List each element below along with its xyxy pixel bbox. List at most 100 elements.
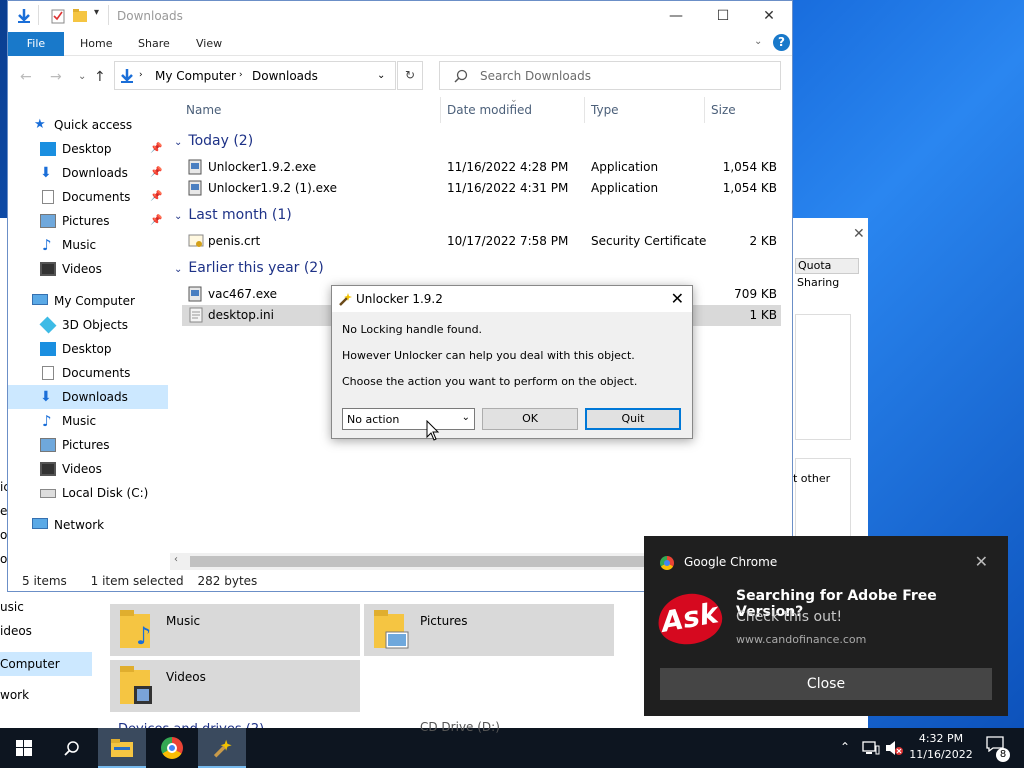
start-button[interactable] [0, 728, 48, 768]
file-row[interactable]: Unlocker1.9.2 (1).exe 11/16/2022 4:31 PM… [182, 178, 781, 199]
recent-locations-icon[interactable]: ⌄ [78, 71, 86, 82]
dialog-message: Choose the action you want to perform on… [342, 375, 638, 388]
sidebar-item-desktop[interactable]: Desktop 📌 [8, 137, 168, 161]
sidebar-item-quick-access[interactable]: ★ Quick access [8, 113, 168, 137]
column-size[interactable]: Size [711, 103, 736, 117]
tab-file[interactable]: File [8, 32, 64, 56]
close-button[interactable]: ✕ [746, 1, 792, 31]
search-box[interactable]: Search Downloads [439, 61, 781, 90]
pin-icon[interactable]: 📌 [150, 137, 162, 161]
address-dropdown-icon[interactable]: ⌄ [377, 70, 385, 81]
chevron-down-icon: ⌄ [174, 137, 183, 148]
music-icon: ♪ [42, 412, 52, 430]
file-row[interactable]: Unlocker1.9.2.exe 11/16/2022 4:28 PM App… [182, 157, 781, 178]
background-nav-item: ideos [0, 624, 32, 638]
sidebar-item-desktop-2[interactable]: Desktop [8, 337, 168, 361]
sidebar-item-3d-objects[interactable]: 3D Objects [8, 313, 168, 337]
file-explorer-taskbar-button[interactable] [98, 728, 146, 768]
action-select[interactable]: No action ⌄ [342, 408, 475, 430]
sidebar-item-label: Local Disk (C:) [62, 486, 149, 500]
action-center-button[interactable]: 8 [984, 736, 1010, 762]
quit-button[interactable]: Quit [585, 408, 681, 430]
group-label: Today (2) [188, 133, 254, 149]
unlocker-taskbar-button[interactable] [198, 728, 246, 768]
column-type[interactable]: Type [591, 103, 619, 117]
sidebar-item-videos[interactable]: Videos [8, 257, 168, 281]
scroll-left-icon[interactable]: ‹ [174, 554, 178, 565]
sidebar-item-my-computer[interactable]: My Computer [8, 289, 168, 313]
close-button[interactable]: Close [660, 668, 992, 700]
sidebar-item-videos-2[interactable]: Videos [8, 457, 168, 481]
navigation-pane: ★ Quick access Desktop 📌 ⬇ Downloads 📌 D… [8, 105, 168, 545]
navigation-bar: ← → ⌄ ↑ › My Computer › Downloads ⌄ ↻ Se… [8, 57, 792, 95]
chrome-notification[interactable]: Google Chrome ✕ Ask Searching for Adobe … [644, 536, 1008, 716]
tab-view[interactable]: View [186, 32, 232, 56]
chrome-taskbar-button[interactable] [148, 728, 196, 768]
tab-home[interactable]: Home [70, 32, 122, 56]
folder-tile-pictures[interactable]: Pictures [364, 604, 614, 656]
group-header-earlier-this-year[interactable]: ⌄ Earlier this year (2) [174, 260, 324, 276]
sidebar-item-local-disk[interactable]: Local Disk (C:) [8, 481, 168, 505]
new-folder-icon[interactable] [72, 8, 88, 24]
close-icon[interactable]: ✕ [975, 552, 988, 571]
sidebar-item-downloads[interactable]: ⬇ Downloads 📌 [8, 161, 168, 185]
dialog-close-icon[interactable]: ✕ [671, 289, 684, 308]
sidebar-item-music[interactable]: ♪ Music [8, 233, 168, 257]
customize-toolbar-icon[interactable]: ▾ [94, 7, 99, 18]
breadcrumb-downloads[interactable]: Downloads [252, 69, 318, 83]
back-icon[interactable]: ← [20, 69, 32, 85]
up-icon[interactable]: ↑ [94, 69, 106, 85]
column-name[interactable]: Name [186, 103, 221, 117]
clock[interactable]: 4:32 PM 11/16/2022 [904, 731, 978, 763]
sidebar-item-documents-2[interactable]: Documents [8, 361, 168, 385]
address-bar[interactable]: › My Computer › Downloads ⌄ [114, 61, 396, 90]
chevron-down-icon: ⌄ [461, 412, 470, 423]
pin-icon[interactable]: 📌 [150, 209, 162, 233]
tab-sharing[interactable]: Sharing [797, 276, 839, 289]
tab-share[interactable]: Share [128, 32, 180, 56]
scrollbar-thumb[interactable] [190, 556, 670, 567]
sidebar-item-downloads-2[interactable]: ⬇ Downloads [8, 385, 168, 409]
sidebar-item-documents[interactable]: Documents 📌 [8, 185, 168, 209]
minimize-button[interactable]: — [653, 1, 699, 31]
maximize-button[interactable]: ☐ [700, 1, 746, 31]
breadcrumb-my-computer[interactable]: My Computer [155, 69, 236, 83]
sidebar-item-pictures-2[interactable]: Pictures [8, 433, 168, 457]
ok-button[interactable]: OK [482, 408, 578, 430]
sidebar-item-label: Music [62, 414, 97, 428]
pictures-icon [40, 214, 56, 228]
search-icon [64, 741, 79, 756]
file-row[interactable]: penis.crt 10/17/2022 7:58 PM Security Ce… [182, 231, 781, 252]
sidebar-item-network[interactable]: Network [8, 513, 168, 537]
forward-icon[interactable]: → [50, 69, 62, 85]
group-header-today[interactable]: ⌄ Today (2) [174, 133, 253, 149]
folder-tile-music[interactable]: ♪ Music [110, 604, 360, 656]
unlocker-dialog: Unlocker 1.9.2 ✕ No Locking handle found… [331, 285, 693, 439]
notification-subtext: Check this out! [736, 609, 843, 625]
search-button[interactable] [48, 728, 96, 768]
volume-muted-icon[interactable] [884, 740, 904, 756]
network-icon[interactable] [862, 740, 880, 756]
sidebar-item-label: Music [62, 238, 97, 252]
music-folder-icon: ♪ [120, 610, 151, 650]
close-icon[interactable]: ✕ [853, 226, 865, 242]
file-name: Unlocker1.9.2.exe [208, 160, 317, 174]
sidebar-item-pictures[interactable]: Pictures 📌 [8, 209, 168, 233]
column-date-modified[interactable]: Date modified [447, 103, 532, 117]
drive-icon [40, 489, 56, 498]
ask-logo: Ask [654, 588, 726, 650]
folder-tile-videos[interactable]: Videos [110, 660, 360, 712]
documents-icon [42, 366, 54, 380]
help-icon[interactable]: ? [773, 34, 790, 51]
tab-quota[interactable]: Quota [795, 258, 859, 274]
show-hidden-icons-icon[interactable]: ⌃ [840, 740, 850, 754]
title-bar: ▾ Downloads — ☐ ✕ [8, 1, 792, 31]
expand-ribbon-icon[interactable]: ⌄ [754, 36, 762, 47]
group-label: Earlier this year (2) [188, 260, 324, 276]
properties-icon[interactable] [50, 8, 66, 24]
refresh-button[interactable]: ↻ [397, 61, 423, 90]
pin-icon[interactable]: 📌 [150, 185, 162, 209]
pin-icon[interactable]: 📌 [150, 161, 162, 185]
group-header-last-month[interactable]: ⌄ Last month (1) [174, 207, 292, 223]
sidebar-item-music-2[interactable]: ♪ Music [8, 409, 168, 433]
